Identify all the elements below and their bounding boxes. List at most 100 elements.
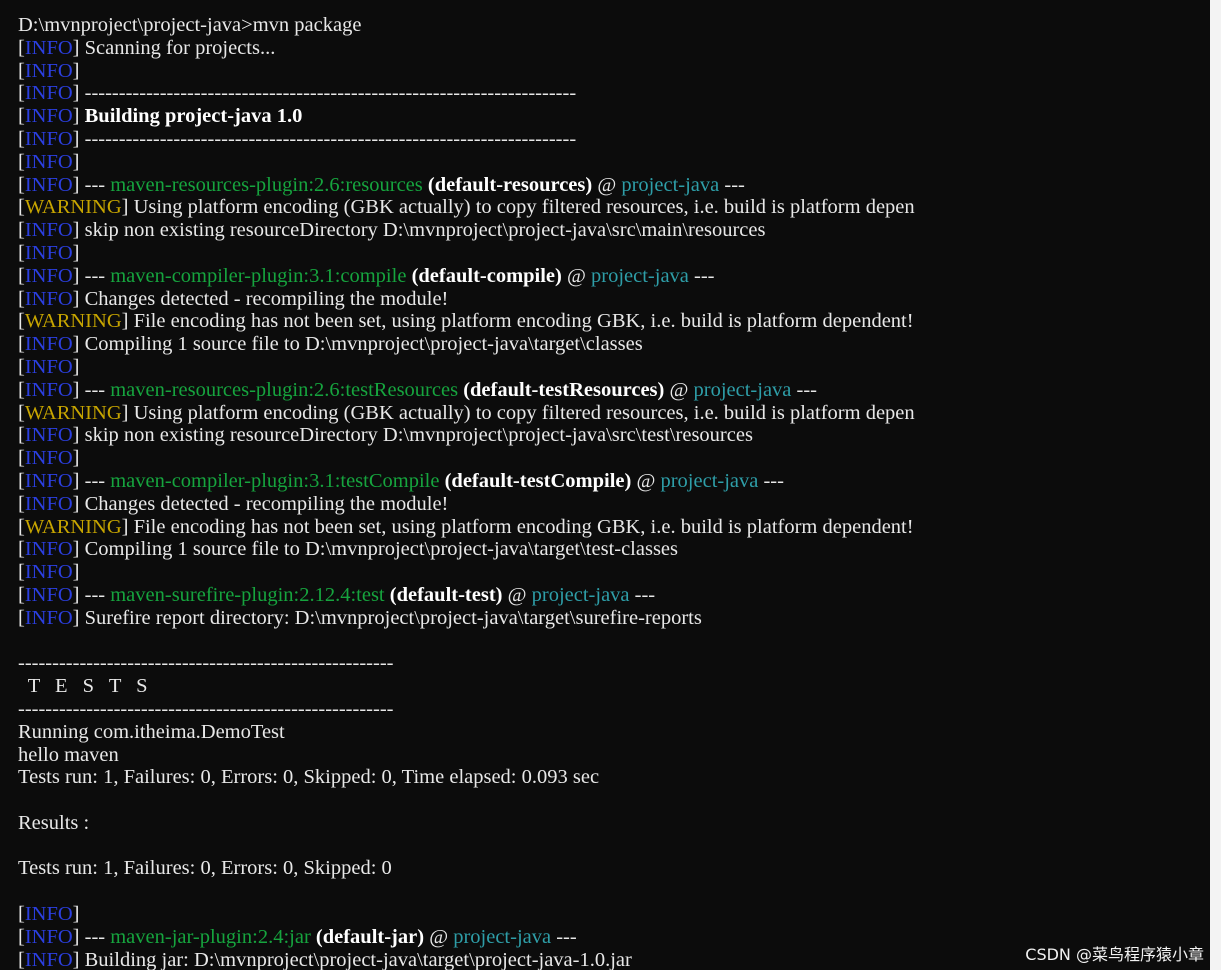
info-level-tag: INFO	[24, 36, 73, 59]
log-message: Surefire report directory: D:\mvnproject…	[79, 606, 702, 629]
info-level-tag: INFO	[24, 424, 73, 447]
bracket-open: [	[18, 173, 25, 196]
console-line: ----------------------------------------…	[18, 652, 915, 675]
bracket-close: ]	[72, 561, 80, 584]
console-line: [INFO] Compiling 1 source file to D:\mvn…	[18, 538, 915, 561]
bracket-close: ]	[72, 264, 80, 287]
console-line: [INFO] --- maven-compiler-plugin:3.1:tes…	[18, 470, 915, 493]
console-line: [INFO]	[18, 447, 915, 470]
bracket-close: ]	[72, 355, 80, 378]
info-level-tag: INFO	[24, 150, 73, 173]
console-output: D:\mvnproject\project-java>mvn package [I…	[18, 14, 915, 970]
plugin-separator: ---	[79, 583, 111, 606]
plugin-separator: ---	[719, 173, 745, 196]
bracket-open: [	[18, 583, 25, 606]
plugin-separator: ---	[758, 469, 784, 492]
scrollbar[interactable]	[1210, 0, 1221, 970]
info-level-tag: INFO	[24, 561, 73, 584]
info-level-tag: INFO	[24, 583, 73, 606]
at-sign: @	[561, 264, 591, 287]
console-line: [INFO] --- maven-compiler-plugin:3.1:com…	[18, 265, 915, 288]
log-message: Using platform encoding (GBK actually) t…	[128, 196, 915, 219]
bracket-open: [	[18, 241, 25, 264]
console-text: ----------------------------------------…	[18, 652, 394, 675]
bracket-close: ]	[72, 424, 80, 447]
log-message: Scanning for projects...	[79, 36, 276, 59]
bracket-open: [	[18, 515, 25, 538]
terminal-window[interactable]: D:\mvnproject\project-java>mvn package [I…	[0, 0, 1221, 970]
log-message: Compiling 1 source file to D:\mvnproject…	[79, 538, 679, 561]
console-line: [INFO] --- maven-resources-plugin:2.6:re…	[18, 174, 915, 197]
project-name: project-java	[591, 264, 689, 287]
log-message: File encoding has not been set, using pl…	[128, 310, 914, 333]
console-line: [INFO] ---------------------------------…	[18, 128, 915, 151]
bracket-open: [	[18, 82, 25, 105]
console-line: [INFO] ---------------------------------…	[18, 82, 915, 105]
info-level-tag: INFO	[24, 469, 73, 492]
bracket-close: ]	[72, 492, 80, 515]
plugin-goal: maven-resources-plugin:2.6:resources	[110, 173, 423, 196]
info-level-tag: INFO	[24, 105, 73, 128]
warning-level-tag: WARNING	[24, 196, 122, 219]
console-text: Tests run: 1, Failures: 0, Errors: 0, Sk…	[18, 766, 600, 789]
log-message: ----------------------------------------…	[79, 127, 577, 150]
execution-id: (default-test)	[389, 583, 503, 606]
info-level-tag: INFO	[24, 378, 73, 401]
plugin-separator: ---	[79, 469, 111, 492]
plugin-separator: ---	[79, 173, 111, 196]
bracket-open: [	[18, 310, 25, 333]
warning-level-tag: WARNING	[24, 515, 122, 538]
console-line: [INFO] --- maven-resources-plugin:2.6:te…	[18, 379, 915, 402]
info-level-tag: INFO	[24, 903, 73, 926]
log-message: File encoding has not been set, using pl…	[128, 515, 914, 538]
info-level-tag: INFO	[24, 173, 73, 196]
plugin-goal: maven-compiler-plugin:3.1:compile	[110, 264, 407, 287]
bracket-close: ]	[72, 378, 80, 401]
console-text: T E S T S	[18, 675, 153, 698]
bracket-open: [	[18, 333, 25, 356]
info-level-tag: INFO	[24, 333, 73, 356]
bracket-open: [	[18, 606, 25, 629]
at-sign: @	[631, 469, 661, 492]
bracket-open: [	[18, 948, 25, 970]
console-line: Tests run: 1, Failures: 0, Errors: 0, Sk…	[18, 857, 915, 880]
info-level-tag: INFO	[24, 948, 73, 970]
console-line: [INFO]	[18, 60, 915, 83]
info-level-tag: INFO	[24, 127, 73, 150]
console-line: [INFO] skip non existing resourceDirecto…	[18, 219, 915, 242]
info-level-tag: INFO	[24, 264, 73, 287]
log-message: Changes detected - recompiling the modul…	[79, 287, 449, 310]
bracket-open: [	[18, 219, 25, 242]
bracket-close: ]	[72, 903, 80, 926]
bracket-open: [	[18, 127, 25, 150]
console-line: [INFO] Compiling 1 source file to D:\mvn…	[18, 333, 915, 356]
at-sign: @	[664, 378, 694, 401]
console-text: Tests run: 1, Failures: 0, Errors: 0, Sk…	[18, 857, 392, 880]
bracket-open: [	[18, 36, 25, 59]
log-message: ----------------------------------------…	[79, 82, 577, 105]
bracket-close: ]	[72, 948, 80, 970]
bracket-open: [	[18, 424, 25, 447]
execution-id: (default-testCompile)	[444, 469, 632, 492]
plugin-separator: ---	[629, 583, 656, 606]
bracket-open: [	[18, 59, 25, 82]
bracket-open: [	[18, 925, 25, 948]
console-line: Tests run: 1, Failures: 0, Errors: 0, Sk…	[18, 766, 915, 789]
plugin-separator: ---	[79, 925, 111, 948]
console-line: [INFO] Building jar: D:\mvnproject\proje…	[18, 949, 915, 970]
command-text: D:\mvnproject\project-java>mvn package	[18, 14, 362, 36]
info-level-tag: INFO	[24, 538, 73, 561]
console-text: ----------------------------------------…	[18, 697, 394, 720]
bracket-close: ]	[72, 36, 80, 59]
bracket-open: [	[18, 469, 25, 492]
bracket-open: [	[18, 150, 25, 173]
info-level-tag: INFO	[24, 925, 73, 948]
log-message: Building jar: D:\mvnproject\project-java…	[79, 948, 632, 970]
console-line: Running com.itheima.DemoTest	[18, 721, 915, 744]
bracket-close: ]	[72, 127, 80, 150]
console-text: Results :	[18, 811, 90, 834]
info-level-tag: INFO	[24, 82, 73, 105]
